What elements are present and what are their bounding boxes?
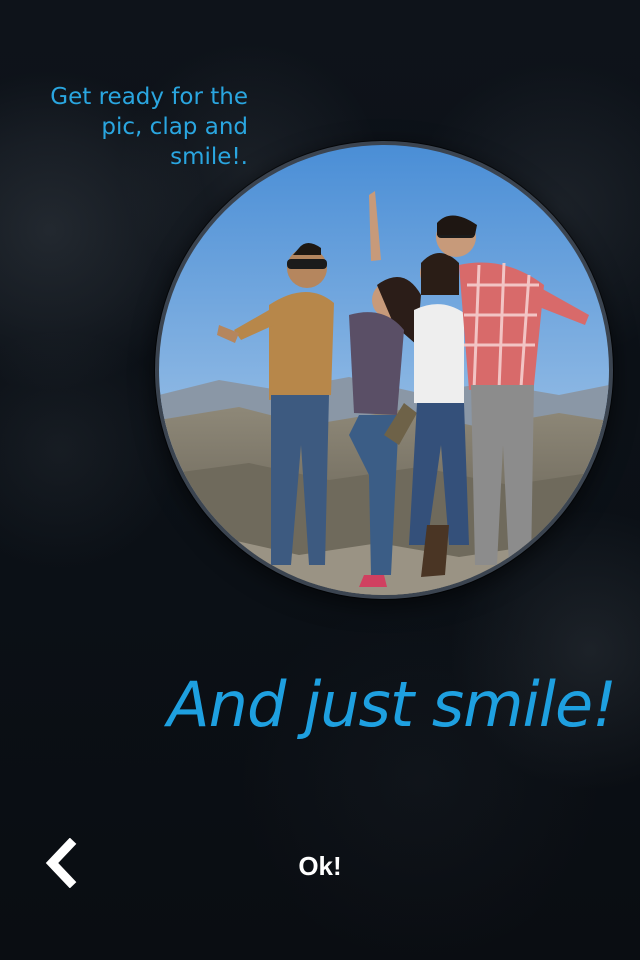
group-photo bbox=[159, 145, 609, 595]
ok-button[interactable]: Ok! bbox=[270, 846, 370, 886]
screen: Get ready for the pic, clap and smile!. bbox=[0, 0, 640, 960]
chevron-left-icon bbox=[45, 837, 77, 889]
instruction-text: Get ready for the pic, clap and smile!. bbox=[50, 84, 248, 170]
headline: And just smile! bbox=[167, 668, 617, 741]
back-button[interactable] bbox=[38, 837, 88, 889]
photo-frame bbox=[155, 141, 613, 599]
